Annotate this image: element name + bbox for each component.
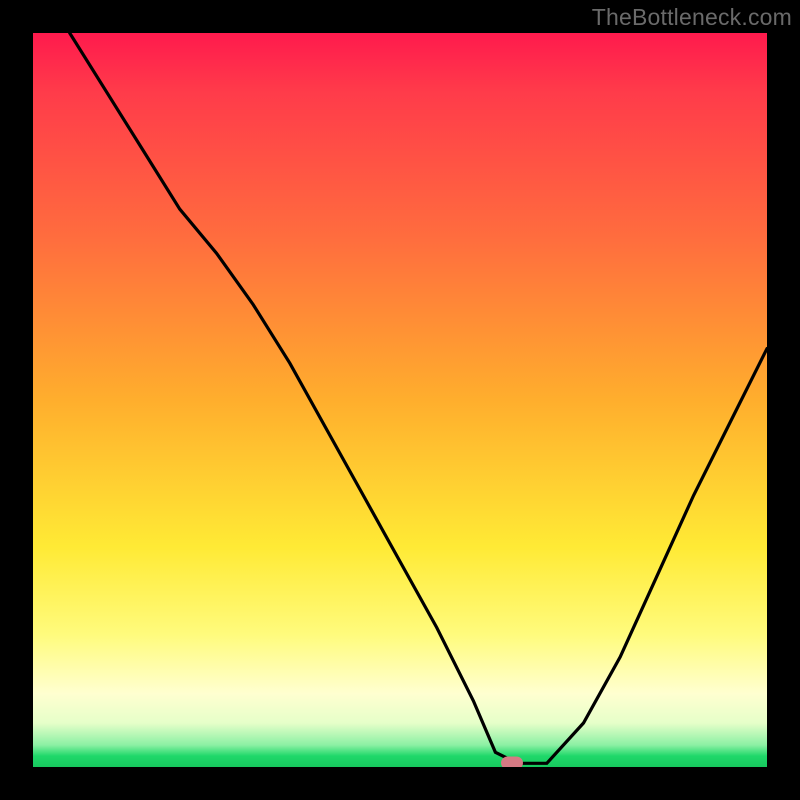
chart-container: TheBottleneck.com: [0, 0, 800, 800]
watermark-text: TheBottleneck.com: [592, 4, 792, 31]
optimal-marker: [501, 757, 523, 767]
plot-area: [33, 33, 767, 767]
bottleneck-curve: [33, 33, 767, 767]
